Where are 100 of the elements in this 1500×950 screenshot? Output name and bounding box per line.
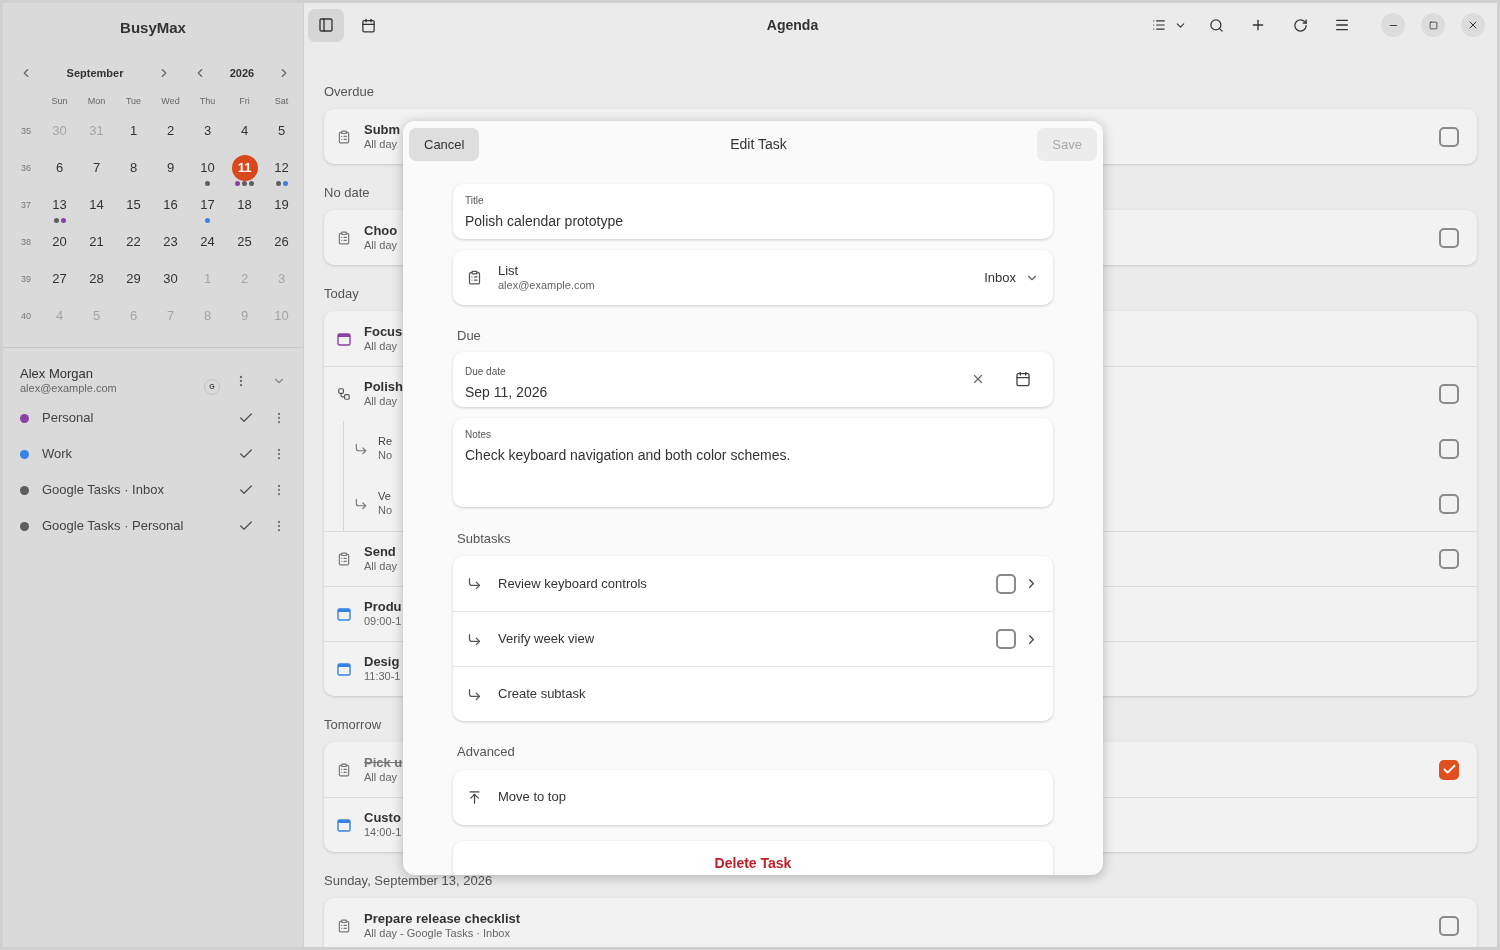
calendar-day[interactable]: 14 xyxy=(83,192,110,218)
checkbox[interactable] xyxy=(1439,384,1459,404)
calendar-icon[interactable] xyxy=(1015,371,1031,387)
sidebar-toggle-button[interactable] xyxy=(308,8,344,42)
calendar-day[interactable]: 4 xyxy=(231,118,258,144)
clipboard-icon xyxy=(337,129,351,144)
calendar-day[interactable]: 20 xyxy=(46,229,73,255)
calendar-day[interactable]: 9 xyxy=(157,155,184,181)
item-meta: All day xyxy=(364,238,398,253)
sidebar-icon xyxy=(318,17,334,33)
week-number: 40 xyxy=(20,310,32,324)
calendar-day[interactable]: 5 xyxy=(268,118,295,144)
item-meta: All day xyxy=(364,395,398,409)
section-heading: Tomorrow xyxy=(324,716,382,734)
checkbox[interactable] xyxy=(1439,759,1459,780)
maximize-icon xyxy=(1428,20,1438,30)
calendar-day[interactable]: 15 xyxy=(120,192,147,218)
calendar-day[interactable]: 28 xyxy=(83,266,110,292)
title-field[interactable]: Title Polish calendar prototype xyxy=(453,184,1053,239)
item-meta: 09:00-1 xyxy=(364,615,402,629)
calendar-day[interactable]: 8 xyxy=(120,155,147,181)
maximize-button[interactable] xyxy=(1421,13,1445,37)
calendar-day[interactable]: 21 xyxy=(83,229,110,255)
weekday-label: Wed xyxy=(160,95,181,108)
section-heading: No date xyxy=(324,184,370,202)
calendar-day[interactable]: 1 xyxy=(120,118,147,144)
list-selector[interactable]: List alex@example.com Inbox xyxy=(453,250,1053,305)
calendar-day[interactable]: 13 xyxy=(46,192,73,218)
checkbox[interactable] xyxy=(1439,438,1459,459)
weekday-label: Sat xyxy=(273,95,290,108)
clipboard-icon xyxy=(467,270,482,285)
calendar-icon xyxy=(360,17,376,33)
cancel-button[interactable]: Cancel xyxy=(409,128,480,161)
calendar-name[interactable]: Personal xyxy=(42,408,238,428)
calendar-name[interactable]: Google Tasks · Personal xyxy=(42,516,238,536)
calendar-day[interactable]: 27 xyxy=(46,266,73,292)
section-heading: Today xyxy=(324,285,359,303)
menu-icon xyxy=(1334,17,1350,33)
item-title: Subm xyxy=(364,121,401,138)
month-label: September xyxy=(65,65,125,81)
calendar-day[interactable]: 10 xyxy=(194,155,221,181)
item-title: Polish xyxy=(364,379,403,396)
checkbox[interactable] xyxy=(1439,915,1459,936)
item-title: Pick u xyxy=(364,754,403,771)
item-meta: No xyxy=(378,503,393,518)
section-heading: Sunday, September 13, 2026 xyxy=(324,872,493,890)
item-title: Produ xyxy=(364,599,402,616)
calendar-day[interactable]: 7 xyxy=(83,155,110,181)
checkbox[interactable] xyxy=(1439,126,1459,147)
delete-task-button[interactable]: Delete Task xyxy=(453,840,1053,875)
section-heading: Advanced xyxy=(457,743,516,761)
checkbox[interactable] xyxy=(996,629,1016,649)
account-email: alex@example.com xyxy=(20,382,118,396)
item-title: Custo xyxy=(364,810,401,827)
calendar-day[interactable]: 16 xyxy=(157,192,184,218)
item-meta: All day xyxy=(364,339,398,354)
subtask-row[interactable]: Review keyboard controls xyxy=(453,556,1053,611)
checkbox[interactable] xyxy=(996,573,1016,594)
weekday-label: Thu xyxy=(198,95,217,108)
calendar-day[interactable]: 23 xyxy=(157,229,184,255)
calendar-day[interactable]: 2 xyxy=(157,118,184,144)
calendar-day[interactable]: 12 xyxy=(268,155,295,181)
clipboard-icon xyxy=(337,552,351,566)
calendar-day[interactable]: 11 xyxy=(231,155,258,181)
move-to-top-button[interactable]: Move to top xyxy=(453,769,1053,825)
calendar-day[interactable]: 30 xyxy=(157,266,184,292)
calendar-day[interactable]: 6 xyxy=(46,155,73,181)
calendar-day[interactable]: 17 xyxy=(194,192,221,218)
calendar-day[interactable]: 22 xyxy=(120,229,147,255)
check-icon xyxy=(1441,762,1457,777)
calendar-day[interactable]: 25 xyxy=(231,229,258,255)
item-meta: 11:30-1 xyxy=(364,670,401,684)
create-subtask-row[interactable]: Create subtask xyxy=(453,666,1053,721)
calendar-name[interactable]: Google Tasks · Inbox xyxy=(42,480,238,500)
calendar-day[interactable]: 29 xyxy=(120,266,147,292)
item-meta: No xyxy=(378,448,393,463)
calendar-name[interactable]: Work xyxy=(42,444,238,464)
checkbox[interactable] xyxy=(1439,549,1459,569)
week-number: 38 xyxy=(20,236,32,250)
close-button[interactable] xyxy=(1461,13,1485,37)
refresh-icon xyxy=(1292,17,1308,33)
calendar-day[interactable]: 18 xyxy=(231,192,258,218)
calendar-day[interactable]: 3 xyxy=(194,118,221,144)
notes-field[interactable]: Notes Check keyboard navigation and both color schemes. xyxy=(453,417,1053,507)
close-icon xyxy=(1467,19,1479,31)
calendar-day[interactable]: 24 xyxy=(194,229,221,255)
clear-icon[interactable] xyxy=(971,372,985,386)
calendar-day[interactable]: 26 xyxy=(268,229,295,255)
due-date-field[interactable]: Due date Sep 11, 2026 xyxy=(453,351,1053,407)
item-meta: All day xyxy=(364,560,398,574)
section-heading: Subtasks xyxy=(457,529,512,548)
item-meta: All day xyxy=(364,770,398,785)
account-name: Alex Morgan xyxy=(20,366,94,383)
subtask-row[interactable]: Verify week view xyxy=(453,611,1053,666)
checkbox[interactable] xyxy=(1439,493,1459,514)
app-title: BusyMax xyxy=(120,17,186,38)
plus-icon xyxy=(1250,17,1266,33)
week-number: 39 xyxy=(20,273,32,287)
checkbox[interactable] xyxy=(1439,227,1459,248)
calendar-day[interactable]: 19 xyxy=(268,192,295,218)
